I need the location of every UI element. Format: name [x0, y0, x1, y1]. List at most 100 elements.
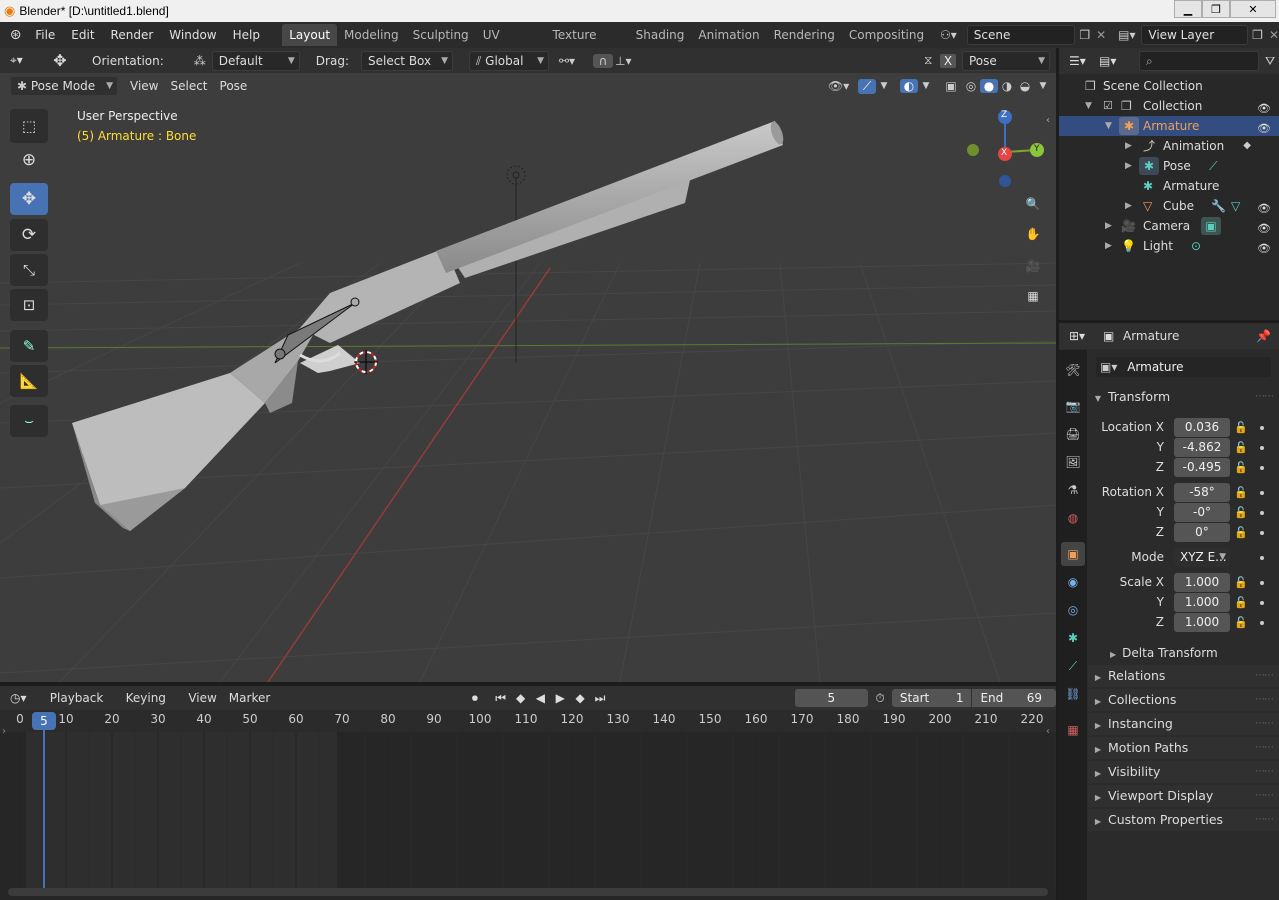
pin-icon[interactable]: 📌: [1256, 329, 1271, 343]
record-icon[interactable]: ⏺: [465, 691, 485, 706]
pan-hand-icon[interactable]: ✋: [1018, 219, 1048, 249]
collections-section[interactable]: ▶ Collections ⋯⋯: [1088, 689, 1279, 711]
prev-keyframe-icon[interactable]: ◆: [511, 691, 531, 705]
close-icon[interactable]: ✕: [1230, 0, 1276, 18]
transform-tool[interactable]: ⊡: [10, 289, 48, 321]
maximize-icon[interactable]: ❐: [1202, 0, 1230, 18]
outliner-item-cube[interactable]: ▶ ▽ Cube 🔧 ▽ 👁: [1059, 196, 1279, 216]
modifier-tab-icon[interactable]: ◉: [1061, 570, 1085, 594]
3d-viewport[interactable]: User Perspective (5) Armature : Bone Z X…: [0, 73, 1056, 682]
grip-icon[interactable]: ⋯⋯: [1255, 761, 1274, 783]
scale-y-field[interactable]: 1.000: [1174, 593, 1230, 612]
render-tab-icon[interactable]: 📷: [1061, 394, 1085, 418]
timeline-marker-menu[interactable]: Marker: [223, 688, 276, 708]
keyframe-dot-icon[interactable]: [1260, 621, 1264, 625]
jump-end-icon[interactable]: ⏭: [590, 691, 610, 706]
playhead-marker[interactable]: 5: [32, 712, 56, 730]
move-tool-icon[interactable]: ✥: [40, 51, 80, 70]
snap-element-icon[interactable]: ⊥▾: [615, 54, 639, 68]
lock-icon[interactable]: 🔓: [1234, 461, 1248, 474]
rotate-tool[interactable]: ⟳: [10, 219, 48, 251]
clock-icon[interactable]: ⏱: [868, 691, 892, 706]
delta-transform-subsection[interactable]: ▶ Delta Transform: [1088, 642, 1279, 664]
overlay-dropdown-icon[interactable]: ▼: [918, 81, 934, 91]
menu-render[interactable]: Render: [103, 25, 162, 45]
scene-name-field[interactable]: Scene: [966, 25, 1076, 45]
overlay-toggle-icon[interactable]: ◐: [900, 79, 918, 93]
armature-data-tab-icon[interactable]: ✱: [1061, 626, 1085, 650]
orientation-dropdown[interactable]: Default ▼: [211, 50, 300, 71]
outliner-item-animation[interactable]: ▶ ⤴ Animation ◆: [1059, 136, 1279, 156]
timeline-view-menu[interactable]: View: [182, 688, 222, 708]
expand-arrow-icon[interactable]: ▶: [1125, 196, 1132, 216]
rendered-shading-icon[interactable]: ◒: [1016, 79, 1034, 93]
menu-help[interactable]: Help: [225, 25, 268, 45]
snap-icon[interactable]: ∩: [592, 53, 613, 68]
zoom-icon[interactable]: 🔍: [1018, 189, 1048, 219]
tab-texture-paint[interactable]: Texture Paint: [546, 24, 629, 64]
physics-tab-icon[interactable]: ◎: [1061, 598, 1085, 622]
outliner-item-pose[interactable]: ▶ ✱ Pose ⟋: [1059, 156, 1279, 176]
world-tab-icon[interactable]: ◍: [1061, 506, 1085, 530]
outliner-item-collection[interactable]: ▼ ☑ ❐ Collection 👁: [1059, 96, 1279, 116]
grip-icon[interactable]: ⋯⋯: [1255, 737, 1274, 759]
grip-icon[interactable]: ⋯⋯: [1255, 665, 1274, 687]
jump-start-icon[interactable]: ⏮: [491, 691, 511, 706]
gizmo-toggle-icon[interactable]: ⟋: [858, 78, 876, 94]
pose-options-dropdown[interactable]: Pose Options▼: [962, 50, 1050, 86]
output-tab-icon[interactable]: 🖨: [1061, 422, 1085, 446]
expand-arrow-icon[interactable]: ▶: [1125, 156, 1132, 176]
rotation-z-field[interactable]: 0°: [1174, 523, 1230, 542]
outliner-editor-icon[interactable]: ☰▾: [1069, 54, 1099, 68]
outliner-item-camera[interactable]: ▶ 🎥 Camera ▣ 👁: [1059, 216, 1279, 236]
scene-icon[interactable]: ⚇▾: [940, 28, 967, 42]
lock-icon[interactable]: 🔓: [1234, 616, 1248, 629]
expand-arrow-icon[interactable]: ▶: [1105, 236, 1112, 256]
blender-menu-icon[interactable]: ⊛: [4, 27, 27, 43]
tab-uv-editing[interactable]: UV Editing: [476, 24, 546, 64]
grip-icon[interactable]: ⋯⋯: [1255, 689, 1274, 711]
keyframe-dot-icon[interactable]: [1260, 556, 1264, 560]
properties-editor-icon[interactable]: ⊞▾: [1069, 329, 1103, 343]
menu-window[interactable]: Window: [161, 25, 224, 45]
bone-constraint-tab-icon[interactable]: ⛓: [1061, 682, 1085, 706]
transform-section-header[interactable]: ▼ Transform ⋯⋯: [1088, 386, 1279, 408]
tab-compositing[interactable]: Compositing: [842, 24, 931, 46]
instancing-section[interactable]: ▶ Instancing ⋯⋯: [1088, 713, 1279, 735]
playback-menu[interactable]: Playback ▼: [44, 688, 120, 725]
scale-x-field[interactable]: 1.000: [1174, 573, 1230, 592]
play-icon[interactable]: ▶: [550, 691, 570, 705]
relations-section[interactable]: ▶ Relations ⋯⋯: [1088, 665, 1279, 687]
lock-icon[interactable]: 🔓: [1234, 576, 1248, 589]
keyframe-dot-icon[interactable]: [1260, 491, 1264, 495]
custom-properties-section[interactable]: ▶ Custom Properties ⋯⋯: [1088, 809, 1279, 831]
lock-icon[interactable]: 🔓: [1234, 506, 1248, 519]
remove-view-layer-icon[interactable]: ✕: [1269, 28, 1279, 42]
timeline-area[interactable]: 0 10 20 30 40 50 60 70 80 90 100 110 120 130 140 150 160…: [0, 710, 1056, 900]
rotation-x-field[interactable]: -58°: [1174, 483, 1230, 502]
lock-icon[interactable]: 🔓: [1234, 441, 1248, 454]
rotation-mode-dropdown[interactable]: XYZ E... ▼: [1174, 548, 1230, 567]
shading-dropdown-icon[interactable]: ▼: [1034, 81, 1052, 91]
material-shading-icon[interactable]: ◑: [998, 79, 1016, 93]
tab-rendering[interactable]: Rendering: [767, 24, 842, 46]
bone-tab-icon[interactable]: ⟋: [1061, 654, 1085, 678]
keyframe-dot-icon[interactable]: [1260, 466, 1264, 470]
new-scene-icon[interactable]: ❐: [1079, 28, 1090, 42]
tab-sculpting[interactable]: Sculpting: [406, 24, 476, 46]
gizmo-dropdown-icon[interactable]: ▼: [876, 81, 892, 91]
tab-animation[interactable]: Animation: [691, 24, 766, 46]
keying-menu[interactable]: Keying ▼: [120, 688, 183, 725]
location-x-field[interactable]: 0.036: [1174, 418, 1230, 437]
expand-arrow-icon[interactable]: ▼: [1085, 96, 1092, 116]
keyframe-dot-icon[interactable]: [1260, 446, 1264, 450]
keyframe-dot-icon[interactable]: [1260, 601, 1264, 605]
checkbox-icon[interactable]: ☑: [1103, 96, 1113, 116]
move-tool[interactable]: ✥: [10, 183, 48, 215]
camera-view-icon[interactable]: 🎥: [1018, 251, 1048, 281]
filter-icon[interactable]: ⛛: [1265, 54, 1275, 69]
expand-arrow-icon[interactable]: ▶: [1125, 136, 1132, 156]
mirror-x-toggle[interactable]: X: [940, 53, 956, 68]
bone-size-tool[interactable]: ⌣: [10, 405, 48, 437]
keyframe-dot-icon[interactable]: [1260, 511, 1264, 515]
